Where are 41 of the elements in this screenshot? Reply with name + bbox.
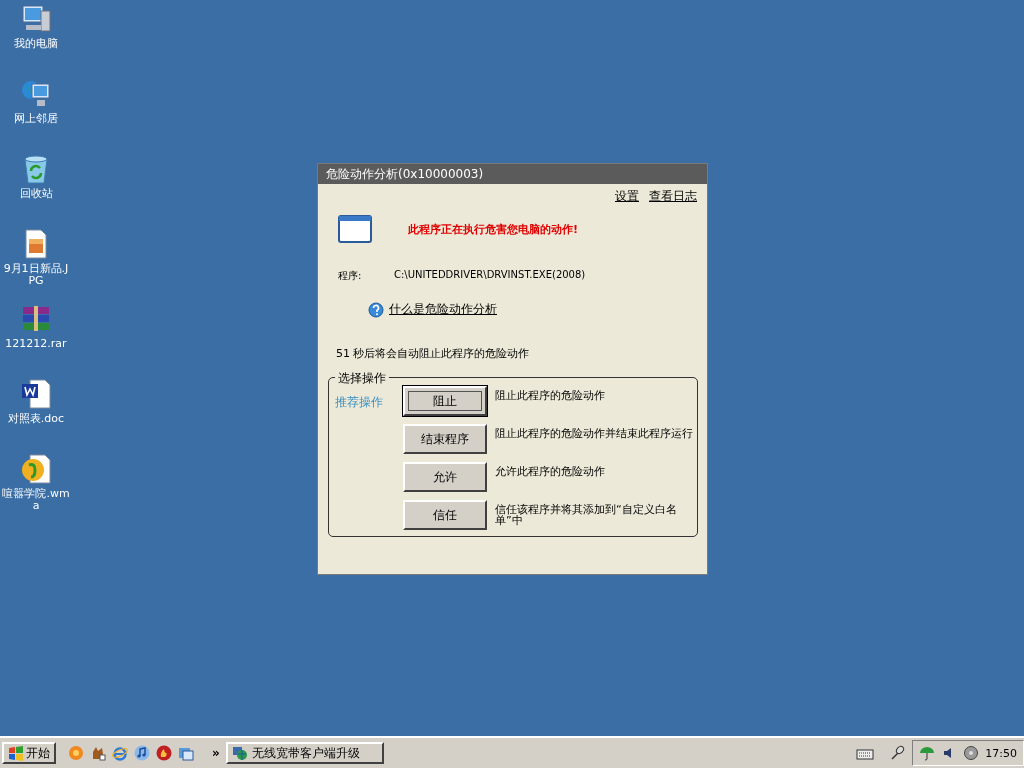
link[interactable]: 查看日志	[649, 188, 697, 205]
desktop-icon-label[interactable]: 回收站	[1, 188, 71, 200]
music-note-icon[interactable]	[134, 745, 150, 761]
chevron-button[interactable]: »	[212, 746, 220, 760]
desktop-icon-label[interactable]: 喧嚣学院.wma	[1, 488, 71, 512]
clock-text: 17:50	[985, 746, 1017, 760]
audio-file-icon[interactable]	[20, 453, 52, 485]
action-button[interactable]: 结束程序	[403, 424, 487, 454]
warning-text: 此程序正在执行危害您电脑的动作!	[408, 221, 579, 237]
desktop-icon-label[interactable]: 121212.rar	[1, 338, 71, 350]
globe-computer-icon	[231, 745, 248, 761]
word-document-icon[interactable]	[20, 378, 52, 410]
action-button[interactable]: 阻止	[403, 386, 487, 416]
help-icon[interactable]	[368, 301, 384, 318]
recommend-label: 推荐操作	[335, 394, 384, 411]
link[interactable]: 设置	[615, 188, 639, 205]
windows-logo-icon	[8, 745, 24, 761]
action-description: 阻止此程序的危险动作并结束此程序运行	[495, 426, 694, 439]
flame-icon[interactable]	[156, 745, 172, 761]
browser-icon[interactable]	[112, 745, 128, 761]
countdown-text: 51 秒后将会自动阻止此程序的危险动作	[335, 346, 531, 361]
desktop-icon-label[interactable]: 对照表.doc	[1, 413, 71, 425]
action-description: 阻止此程序的危险动作	[495, 388, 606, 401]
program-path: C:\UNITEDDRIVER\DRVINST.EXE(2008)	[394, 269, 586, 282]
action-button[interactable]: 允许	[403, 462, 487, 492]
action-description: 信任该程序并将其添加到“自定义白名单”中	[495, 502, 678, 526]
window-title: 危险动作分析(0x10000003)	[318, 164, 707, 184]
group-title: 选择操作	[335, 370, 389, 387]
computer-icon[interactable]	[20, 3, 52, 35]
disc-icon[interactable]	[963, 745, 980, 761]
umbrella-icon[interactable]	[919, 745, 936, 761]
help-link[interactable]: 什么是危险动作分析	[389, 301, 497, 318]
action-description: 允许此程序的危险动作	[495, 464, 606, 477]
desktop-icon-label[interactable]: 我的电脑	[1, 38, 71, 50]
action-button[interactable]: 信任	[403, 500, 487, 530]
program-label: 程序:	[338, 269, 363, 283]
taskbar-button[interactable]: 无线宽带客户端升级	[225, 742, 384, 764]
window-icon	[338, 215, 372, 243]
desktop-icon-label[interactable]: 9月1日新品.JPG	[1, 263, 71, 287]
start-button[interactable]: 开始	[2, 742, 56, 764]
desktop-icon-label[interactable]: 网上邻居	[1, 113, 71, 125]
